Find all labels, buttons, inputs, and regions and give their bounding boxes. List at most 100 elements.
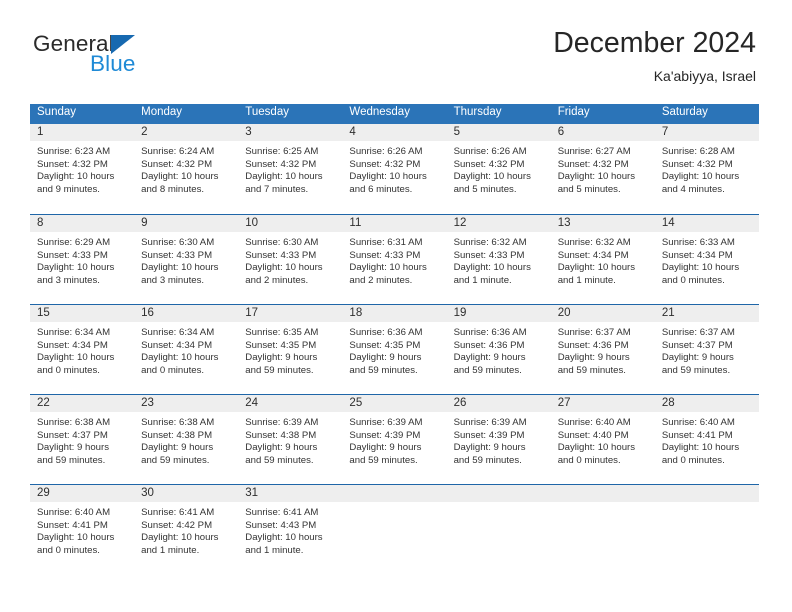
sunrise-text: Sunrise: 6:23 AM <box>37 146 111 157</box>
day-cell[interactable]: 31 Sunrise: 6:41 AM Sunset: 4:43 PM Dayligh… <box>238 485 343 574</box>
calendar-week-row: 8 Sunrise: 6:29 AM Sunset: 4:33 PM Daylight… <box>30 214 759 304</box>
sunrise-text: Sunrise: 6:38 AM <box>37 417 111 428</box>
day-number: 26 <box>446 395 551 412</box>
sunset-text: Sunset: 4:34 PM <box>557 249 629 261</box>
daylight-text-line1: Daylight: 10 hours <box>141 262 219 274</box>
day-number: 20 <box>550 305 655 322</box>
day-cell[interactable]: 29 Sunrise: 6:40 AM Sunset: 4:41 PM Dayligh… <box>30 485 135 574</box>
calendar-week-row: 29 Sunrise: 6:40 AM Sunset: 4:41 PM Dayligh… <box>30 484 759 574</box>
day-number: 30 <box>134 485 239 502</box>
daylight-text-line1: Daylight: 10 hours <box>557 442 636 454</box>
sunset-text: Sunset: 4:33 PM <box>37 249 108 261</box>
sunset-text: Sunset: 4:35 PM <box>349 339 421 351</box>
day-number: 5 <box>446 124 551 141</box>
day-details: Sunrise: 6:37 AM Sunset: 4:36 PM Daylight:… <box>551 322 655 377</box>
daylight-text-line1: Daylight: 10 hours <box>37 352 115 364</box>
day-cell[interactable]: 28 Sunrise: 6:40 AM Sunset: 4:41 PM Dayligh… <box>654 395 759 484</box>
sunrise-text: Sunrise: 6:37 AM <box>661 327 735 338</box>
day-cell[interactable]: 12 Sunrise: 6:32 AM Sunset: 4:33 PM Dayligh… <box>446 215 551 304</box>
day-cell[interactable]: 7 Sunrise: 6:28 AM Sunset: 4:32 PM Daylight… <box>654 124 759 214</box>
day-cell[interactable]: 18 Sunrise: 6:36 AM Sunset: 4:35 PM Dayligh… <box>342 305 447 394</box>
day-cell[interactable]: 5 Sunrise: 6:26 AM Sunset: 4:32 PM Daylight… <box>446 124 551 214</box>
general-blue-logo[interactable]: General Blue <box>33 32 243 83</box>
day-details: Sunrise: 6:38 AM Sunset: 4:38 PM Daylight:… <box>134 412 238 467</box>
daylight-text-line1: Daylight: 10 hours <box>141 171 219 183</box>
sunrise-text: Sunrise: 6:24 AM <box>141 146 215 157</box>
day-number: 6 <box>550 124 655 141</box>
day-number: 9 <box>134 215 239 232</box>
day-cell[interactable]: 24 Sunrise: 6:39 AM Sunset: 4:38 PM Dayligh… <box>238 395 343 484</box>
daylight-text-line2: and 9 minutes. <box>37 183 100 195</box>
title-block: December 2024 Ka'abiyya, Israel <box>553 27 756 85</box>
page-subtitle-location: Ka'abiyya, Israel <box>653 68 756 85</box>
weekday-header-saturday: Saturday <box>661 106 708 118</box>
sunset-text: Sunset: 4:32 PM <box>557 158 629 170</box>
sunrise-text: Sunrise: 6:26 AM <box>349 146 423 157</box>
day-cell[interactable]: 1 Sunrise: 6:23 AM Sunset: 4:32 PM Daylight… <box>30 124 135 214</box>
day-details: Sunrise: 6:32 AM Sunset: 4:34 PM Daylight:… <box>551 232 655 287</box>
day-details: Sunrise: 6:31 AM Sunset: 4:33 PM Daylight:… <box>342 232 446 287</box>
sunset-text: Sunset: 4:34 PM <box>661 249 733 261</box>
day-cell[interactable]: 15 Sunrise: 6:34 AM Sunset: 4:34 PM Dayligh… <box>30 305 135 394</box>
sunrise-text: Sunrise: 6:34 AM <box>141 327 215 338</box>
sunrise-text: Sunrise: 6:41 AM <box>245 507 319 518</box>
day-number: 8 <box>30 215 135 232</box>
day-cell[interactable]: 16 Sunrise: 6:34 AM Sunset: 4:34 PM Dayligh… <box>134 305 239 394</box>
sunset-text: Sunset: 4:33 PM <box>453 249 525 261</box>
day-cell[interactable]: 3 Sunrise: 6:25 AM Sunset: 4:32 PM Daylight… <box>238 124 343 214</box>
day-number: 24 <box>238 395 343 412</box>
sunrise-text: Sunrise: 6:41 AM <box>141 507 215 518</box>
day-number: 13 <box>550 215 655 232</box>
sunset-text: Sunset: 4:39 PM <box>453 429 525 441</box>
day-details: Sunrise: 6:25 AM Sunset: 4:32 PM Daylight:… <box>238 141 342 196</box>
day-number: 2 <box>134 124 239 141</box>
day-number <box>446 485 551 502</box>
day-cell[interactable]: 11 Sunrise: 6:31 AM Sunset: 4:33 PM Dayligh… <box>342 215 447 304</box>
day-details: Sunrise: 6:30 AM Sunset: 4:33 PM Daylight:… <box>238 232 342 287</box>
sunset-text: Sunset: 4:33 PM <box>245 249 317 261</box>
day-details: Sunrise: 6:30 AM Sunset: 4:33 PM Daylight:… <box>134 232 238 287</box>
daylight-text-line1: Daylight: 10 hours <box>141 532 219 544</box>
day-number: 27 <box>550 395 655 412</box>
day-cell[interactable]: 25 Sunrise: 6:39 AM Sunset: 4:39 PM Dayligh… <box>342 395 447 484</box>
weekday-header-thursday: Thursday <box>453 106 502 118</box>
day-cell[interactable]: 9 Sunrise: 6:30 AM Sunset: 4:33 PM Daylight… <box>134 215 239 304</box>
daylight-text-line1: Daylight: 10 hours <box>557 171 636 183</box>
day-cell[interactable]: 13 Sunrise: 6:32 AM Sunset: 4:34 PM Dayligh… <box>550 215 655 304</box>
daylight-text-line2: and 0 minutes. <box>37 364 100 376</box>
day-cell[interactable]: 10 Sunrise: 6:30 AM Sunset: 4:33 PM Dayligh… <box>238 215 343 304</box>
daylight-text-line2: and 1 minute. <box>245 544 304 556</box>
day-cell[interactable]: 21 Sunrise: 6:37 AM Sunset: 4:37 PM Dayligh… <box>654 305 759 394</box>
day-details: Sunrise: 6:34 AM Sunset: 4:34 PM Daylight:… <box>134 322 238 377</box>
day-cell-empty <box>342 485 447 574</box>
day-details: Sunrise: 6:26 AM Sunset: 4:32 PM Daylight:… <box>342 141 446 196</box>
day-cell[interactable]: 22 Sunrise: 6:38 AM Sunset: 4:37 PM Dayligh… <box>30 395 135 484</box>
sunset-text: Sunset: 4:34 PM <box>37 339 108 351</box>
day-cell[interactable]: 20 Sunrise: 6:37 AM Sunset: 4:36 PM Dayligh… <box>550 305 655 394</box>
sunset-text: Sunset: 4:34 PM <box>141 339 213 351</box>
day-cell[interactable]: 26 Sunrise: 6:39 AM Sunset: 4:39 PM Dayligh… <box>446 395 551 484</box>
weekday-header-tuesday: Tuesday <box>245 106 289 118</box>
sunrise-text: Sunrise: 6:40 AM <box>37 507 111 518</box>
day-cell[interactable]: 17 Sunrise: 6:35 AM Sunset: 4:35 PM Dayligh… <box>238 305 343 394</box>
day-details: Sunrise: 6:40 AM Sunset: 4:41 PM Daylight:… <box>655 412 759 467</box>
day-cell[interactable]: 6 Sunrise: 6:27 AM Sunset: 4:32 PM Daylight… <box>550 124 655 214</box>
day-cell[interactable]: 19 Sunrise: 6:36 AM Sunset: 4:36 PM Dayligh… <box>446 305 551 394</box>
day-cell[interactable]: 30 Sunrise: 6:41 AM Sunset: 4:42 PM Dayligh… <box>134 485 239 574</box>
day-cell[interactable]: 8 Sunrise: 6:29 AM Sunset: 4:33 PM Daylight… <box>30 215 135 304</box>
sunrise-text: Sunrise: 6:39 AM <box>349 417 423 428</box>
daylight-text-line1: Daylight: 10 hours <box>245 171 323 183</box>
day-cell[interactable]: 14 Sunrise: 6:33 AM Sunset: 4:34 PM Dayligh… <box>654 215 759 304</box>
daylight-text-line1: Daylight: 10 hours <box>661 262 740 274</box>
day-details: Sunrise: 6:41 AM Sunset: 4:42 PM Daylight:… <box>134 502 238 557</box>
daylight-text-line2: and 59 minutes. <box>661 364 731 376</box>
daylight-text-line2: and 59 minutes. <box>453 454 522 466</box>
day-cell[interactable]: 23 Sunrise: 6:38 AM Sunset: 4:38 PM Dayligh… <box>134 395 239 484</box>
day-cell[interactable]: 2 Sunrise: 6:24 AM Sunset: 4:32 PM Daylight… <box>134 124 239 214</box>
daylight-text-line2: and 59 minutes. <box>141 454 210 466</box>
day-details: Sunrise: 6:34 AM Sunset: 4:34 PM Daylight:… <box>30 322 134 377</box>
day-cell[interactable]: 4 Sunrise: 6:26 AM Sunset: 4:32 PM Daylight… <box>342 124 447 214</box>
sunrise-text: Sunrise: 6:34 AM <box>37 327 111 338</box>
sunset-text: Sunset: 4:37 PM <box>661 339 733 351</box>
day-cell[interactable]: 27 Sunrise: 6:40 AM Sunset: 4:40 PM Dayligh… <box>550 395 655 484</box>
